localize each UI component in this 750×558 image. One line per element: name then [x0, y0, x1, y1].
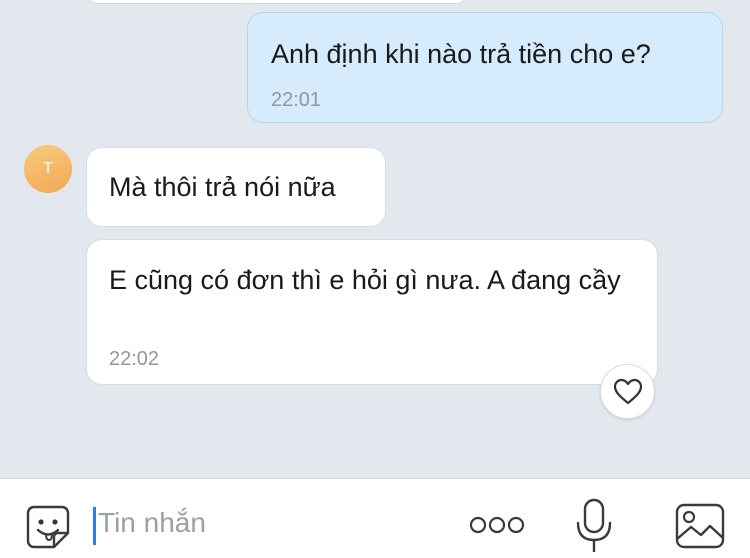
message-text: Anh định khi nào trả tiền cho e?: [271, 39, 651, 69]
avatar-initial: T: [43, 160, 53, 177]
microphone-icon: [576, 498, 612, 552]
more-options-button[interactable]: [468, 513, 526, 537]
text-cursor: [93, 507, 96, 545]
message-timestamp: 22:02: [109, 348, 160, 370]
heart-icon: [613, 378, 642, 404]
voice-message-button[interactable]: [574, 497, 614, 555]
message-composer-bar: [0, 478, 750, 558]
message-bubble-sent[interactable]: Anh định khi nào trả tiền cho e? 22:01: [247, 12, 723, 123]
message-text: E cũng có đơn thì e hỏi gì nưa. A đang c…: [109, 265, 621, 295]
message-timestamp: 22:01: [271, 89, 322, 111]
message-bubble-received[interactable]: Mà thôi trả nói nữa: [86, 147, 386, 227]
message-bubble-received[interactable]: E cũng có đơn thì e hỏi gì nưa. A đang c…: [86, 239, 658, 385]
send-image-button[interactable]: [674, 501, 726, 551]
chat-area: Anh định khi nào trả tiền cho e? 22:01 T…: [0, 0, 750, 478]
previous-message-bubble[interactable]: [86, 0, 468, 4]
contact-avatar[interactable]: T: [24, 145, 72, 193]
react-heart-button[interactable]: [600, 364, 655, 419]
image-gallery-icon: [675, 503, 725, 549]
sticker-button[interactable]: [24, 503, 72, 551]
more-dots-icon: [469, 516, 525, 534]
message-input[interactable]: [98, 501, 438, 545]
message-text: Mà thôi trả nói nữa: [109, 172, 336, 202]
sticker-smiley-icon: [26, 505, 70, 549]
